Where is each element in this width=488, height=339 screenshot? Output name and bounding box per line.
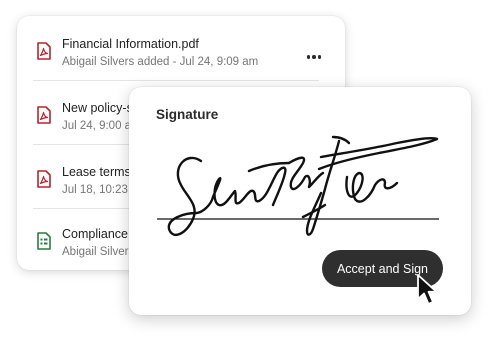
dialog-title: Signature (156, 107, 219, 122)
file-meta: Jul 24, 9:00 a (62, 120, 132, 132)
file-name: Financial Information.pdf (62, 37, 199, 51)
file-meta: Abigail Silvers (62, 246, 135, 258)
more-options-button[interactable] (302, 48, 326, 66)
pdf-file-icon (36, 42, 52, 60)
file-meta: Jul 18, 10:23 a (62, 184, 138, 196)
dot-icon (312, 55, 316, 59)
signature-drawing (157, 135, 439, 236)
file-meta: Abigail Silvers added - Jul 24, 9:09 am (62, 56, 259, 68)
dot-icon (306, 55, 311, 59)
signature-pad[interactable] (153, 133, 443, 253)
form-file-icon (36, 232, 52, 250)
divider (33, 80, 319, 81)
file-list-item[interactable]: Financial Information.pdf Abigail Silver… (17, 34, 345, 94)
pdf-file-icon (36, 106, 52, 124)
pdf-file-icon (36, 170, 52, 188)
mouse-pointer-icon (416, 273, 440, 307)
file-name: Lease terms (62, 165, 131, 179)
file-name: New policy-s (62, 101, 133, 115)
dot-icon (317, 55, 322, 59)
file-name: Compliance F (62, 227, 140, 241)
